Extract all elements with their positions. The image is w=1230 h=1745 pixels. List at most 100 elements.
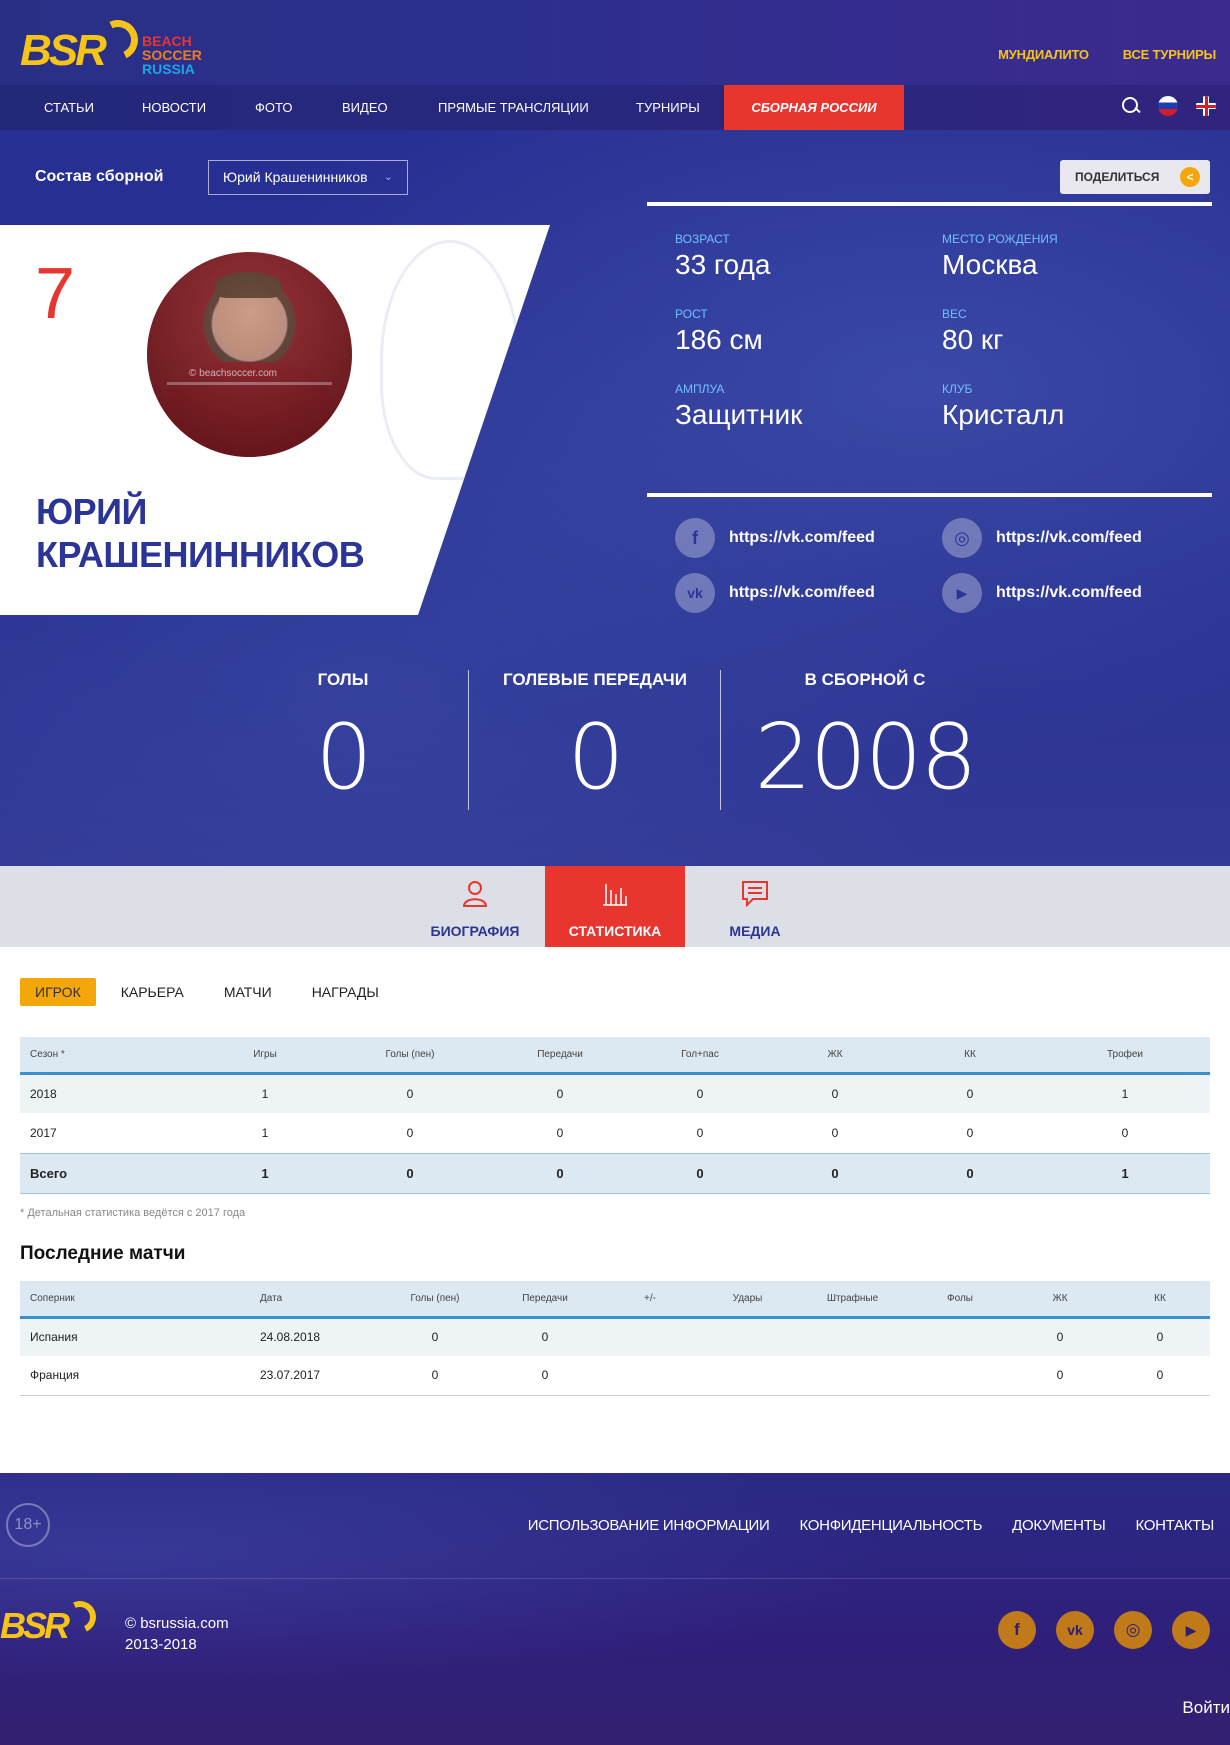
table-cell: 1: [1040, 1073, 1210, 1113]
copyright: © bsrussia.com 2013-2018: [125, 1613, 229, 1655]
info-value: 80 кг: [942, 324, 1004, 355]
table-cell: 0: [1121, 1125, 1129, 1140]
footer-link-privacy[interactable]: КОНФИДЕНЦИАЛЬНОСТЬ: [800, 1517, 983, 1534]
nav-item-national-team[interactable]: СБОРНАЯ РОССИИ: [724, 85, 904, 130]
tab-statistics[interactable]: СТАТИСТИКА: [545, 866, 685, 947]
table-row: 2018 1 0 0 0 0 0 1: [20, 1073, 1210, 1113]
footer-logo[interactable]: BSR: [0, 1596, 101, 1649]
table-cell: 0: [406, 1125, 414, 1140]
column-header[interactable]: ЖК: [770, 1037, 900, 1075]
footer-logo-mark: BSR: [0, 1605, 70, 1646]
stat-value: 2008: [754, 705, 977, 810]
table-cell: 0: [900, 1152, 1040, 1194]
footer-link-documents[interactable]: ДОКУМЕНТЫ: [1012, 1517, 1106, 1534]
stat-since: В СБОРНОЙ С 2008: [745, 670, 985, 810]
vk-icon[interactable]: vk: [1056, 1611, 1094, 1649]
column-header[interactable]: Трофеи: [1040, 1037, 1210, 1075]
tab-label: МЕДИА: [729, 923, 781, 939]
column-header[interactable]: КК: [1110, 1281, 1210, 1319]
column-header[interactable]: Голы (пен): [330, 1037, 490, 1075]
logo-word-soccer: SOCCER: [142, 47, 202, 63]
table-cell: 1: [200, 1152, 330, 1194]
column-header[interactable]: Сезон *: [20, 1037, 200, 1075]
tab-label: СТАТИСТИКА: [568, 923, 662, 939]
table-cell: 0: [490, 1356, 600, 1396]
table-cell: [700, 1356, 795, 1396]
subtab-awards[interactable]: НАГРАДЫ: [297, 978, 394, 1006]
column-header[interactable]: Удары: [700, 1281, 795, 1319]
table-cell: 0: [1010, 1356, 1110, 1396]
info-value: Москва: [942, 249, 1038, 280]
column-header[interactable]: Соперник: [20, 1281, 260, 1319]
nav-item-tournaments[interactable]: ТУРНИРЫ: [636, 85, 700, 130]
site-logo[interactable]: BSR BEACH SOCCER RUSSIA: [20, 14, 205, 80]
column-header[interactable]: Гол+пас: [630, 1037, 770, 1075]
table-row[interactable]: Испания 24.08.2018 0 0 0 0: [20, 1317, 1210, 1356]
column-header[interactable]: Голы (пен): [380, 1281, 490, 1319]
stat-label: В СБОРНОЙ С: [804, 670, 926, 689]
social-link-vk[interactable]: vk https://vk.com/feed: [675, 573, 875, 613]
table-header-row: Соперник Дата Голы (пен) Передачи +/- Уд…: [20, 1281, 1210, 1319]
season-stats-table: Сезон * Игры Голы (пен) Передачи Гол+пас…: [20, 1037, 1210, 1194]
nav-icons: [1122, 96, 1216, 116]
nav-item-articles[interactable]: СТАТЬИ: [44, 85, 94, 130]
stat-goals: ГОЛЫ 0: [268, 670, 418, 810]
column-header[interactable]: ЖК: [1010, 1281, 1110, 1319]
nav-item-video[interactable]: ВИДЕО: [342, 85, 388, 130]
squad-label: Состав сборной: [35, 168, 164, 185]
player-number: 7: [35, 254, 76, 334]
column-header[interactable]: Дата: [260, 1281, 380, 1319]
table-row[interactable]: Франция 23.07.2017 0 0 0 0: [20, 1356, 1210, 1396]
column-header[interactable]: КК: [900, 1037, 1040, 1075]
flag-ru-icon[interactable]: [1158, 96, 1178, 116]
table-cell: 0: [630, 1073, 770, 1113]
logo-mark: BSR: [20, 26, 107, 75]
nav-item-live[interactable]: ПРЯМЫЕ ТРАНСЛЯЦИИ: [438, 85, 589, 130]
nav-item-news[interactable]: НОВОСТИ: [142, 85, 206, 130]
stat-divider: [720, 670, 721, 810]
footer-link-contacts[interactable]: КОНТАКТЫ: [1135, 1517, 1214, 1534]
tab-biography[interactable]: БИОГРАФИЯ: [405, 866, 545, 947]
facebook-icon[interactable]: f: [998, 1611, 1036, 1649]
subtab-player[interactable]: ИГРОК: [20, 978, 96, 1006]
column-header[interactable]: Передачи: [490, 1037, 630, 1075]
footer-link-usage[interactable]: ИСПОЛЬЗОВАНИЕ ИНФОРМАЦИИ: [528, 1517, 770, 1534]
column-header[interactable]: Передачи: [490, 1281, 600, 1319]
info-label: АМПЛУА: [675, 382, 725, 396]
youtube-icon[interactable]: ▶: [1172, 1611, 1210, 1649]
player-name: ЮРИЙ КРАШЕНИННИКОВ: [36, 490, 365, 576]
footer-social: f vk ◎ ▶: [998, 1611, 1210, 1649]
social-link-facebook[interactable]: f https://vk.com/feed: [675, 518, 875, 558]
flag-uk-icon[interactable]: [1196, 96, 1216, 116]
stat-label: ГОЛЕВЫЕ ПЕРЕДАЧИ: [503, 670, 687, 689]
subtab-career[interactable]: КАРЬЕРА: [106, 978, 199, 1006]
nav-item-photo[interactable]: ФОТО: [255, 85, 292, 130]
top-link-all-tournaments[interactable]: ВСЕ ТУРНИРЫ: [1123, 47, 1216, 62]
age-rating-badge: 18+: [6, 1503, 50, 1547]
column-header[interactable]: Игры: [200, 1037, 330, 1075]
player-info: ВОЗРАСТ 33 года МЕСТО РОЖДЕНИЯ Москва РО…: [647, 202, 1212, 430]
column-header[interactable]: +/-: [600, 1281, 700, 1319]
social-link-instagram[interactable]: ◎ https://vk.com/feed: [942, 518, 1142, 558]
info-age: ВОЗРАСТ 33 года: [675, 232, 935, 281]
table-cell: 0: [630, 1152, 770, 1194]
top-link-mundialito[interactable]: МУНДИАЛИТО: [998, 47, 1089, 62]
search-icon[interactable]: [1122, 97, 1140, 115]
table-cell: 0: [1010, 1317, 1110, 1356]
table-cell: 0: [770, 1073, 900, 1113]
info-club: КЛУБ Кристалл: [942, 382, 1202, 431]
tab-media[interactable]: МЕДИА: [685, 866, 825, 947]
share-icon: <: [1180, 167, 1200, 187]
profile-tabs: БИОГРАФИЯ СТАТИСТИКА МЕДИА: [0, 866, 1230, 947]
share-button[interactable]: ПОДЕЛИТЬСЯ <: [1060, 160, 1210, 194]
social-link-youtube[interactable]: ▶ https://vk.com/feed: [942, 573, 1142, 613]
tab-label: БИОГРАФИЯ: [430, 923, 520, 939]
column-header[interactable]: Штрафные: [795, 1281, 910, 1319]
column-header[interactable]: Фолы: [910, 1281, 1010, 1319]
stat-value: 0: [315, 705, 372, 810]
instagram-icon[interactable]: ◎: [1114, 1611, 1152, 1649]
stat-subtabs: ИГРОК КАРЬЕРА МАТЧИ НАГРАДЫ: [20, 978, 404, 1006]
subtab-matches[interactable]: МАТЧИ: [209, 978, 287, 1006]
squad-select[interactable]: Юрий Крашенинников ⌄: [208, 160, 408, 195]
login-link[interactable]: Войти: [1182, 1698, 1230, 1718]
